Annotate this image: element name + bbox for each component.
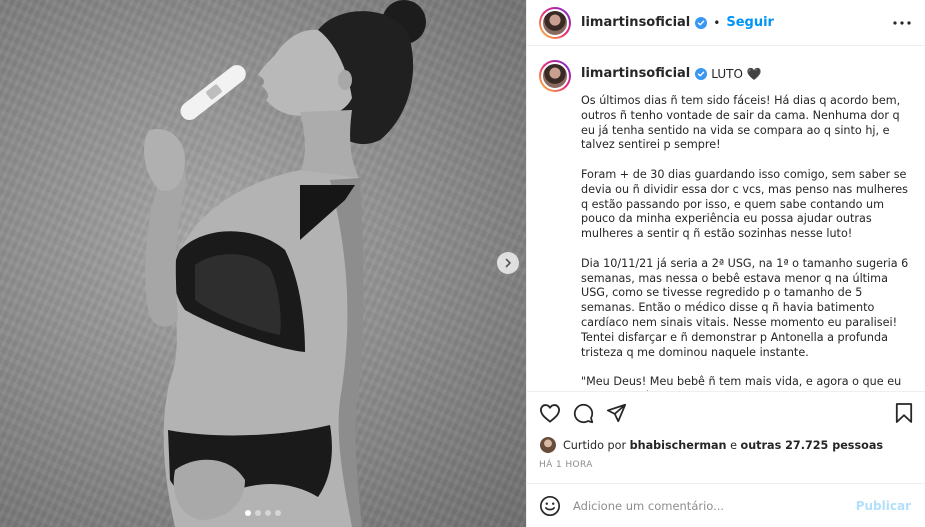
- post-container: limartinsoficial • Seguir limartinsofici…: [0, 0, 925, 527]
- liker-username[interactable]: bhabischerman: [630, 439, 727, 452]
- bookmark-icon[interactable]: [895, 402, 913, 424]
- photo-illustration: [144, 0, 426, 527]
- verified-badge-icon: [695, 68, 708, 80]
- likes-connector: e: [730, 438, 737, 452]
- post-side-panel: limartinsoficial • Seguir limartinsofici…: [527, 0, 925, 527]
- post-timestamp[interactable]: HÁ 1 HORA: [527, 456, 925, 480]
- liker-avatar[interactable]: [539, 436, 557, 454]
- emoji-icon[interactable]: [539, 495, 561, 517]
- more-options-icon[interactable]: [893, 20, 911, 25]
- carousel-indicator: [0, 510, 526, 516]
- post-photo[interactable]: [0, 0, 527, 527]
- post-header: limartinsoficial • Seguir: [527, 0, 925, 46]
- add-comment-bar: Publicar: [527, 483, 925, 527]
- heart-icon[interactable]: [539, 403, 561, 423]
- share-icon[interactable]: [606, 403, 627, 423]
- chevron-right-icon: [503, 258, 513, 268]
- avatar[interactable]: [539, 6, 571, 39]
- follow-button[interactable]: Seguir: [726, 15, 774, 30]
- publish-button[interactable]: Publicar: [856, 499, 911, 513]
- caption-row: limartinsoficial LUTO 🖤 Os últimos dias …: [539, 60, 909, 391]
- verified-badge-icon: [695, 16, 708, 29]
- likes-others[interactable]: outras 27.725 pessoas: [741, 439, 884, 452]
- comment-icon[interactable]: [573, 403, 594, 424]
- caption-body: limartinsoficial LUTO 🖤 Os últimos dias …: [581, 60, 909, 391]
- carousel-dot: [275, 510, 281, 516]
- caption-head: limartinsoficial LUTO 🖤: [581, 60, 909, 88]
- carousel-dot: [245, 510, 251, 516]
- comments-scroll-area[interactable]: limartinsoficial LUTO 🖤 Os últimos dias …: [527, 46, 925, 392]
- action-bar: [527, 392, 925, 434]
- header-separator: •: [713, 15, 721, 30]
- carousel-dot: [255, 510, 261, 516]
- caption-text: Os últimos dias ñ tem sido fáceis! Há di…: [581, 94, 909, 391]
- comment-input[interactable]: [573, 498, 856, 513]
- caption-avatar[interactable]: [539, 60, 571, 92]
- caption-title: LUTO 🖤: [711, 67, 762, 81]
- carousel-next-button[interactable]: [497, 252, 519, 274]
- carousel-dot: [265, 510, 271, 516]
- likes-summary: Curtido por bhabischerman e outras 27.72…: [527, 434, 925, 456]
- caption-username[interactable]: limartinsoficial: [581, 61, 690, 87]
- header-username[interactable]: limartinsoficial: [581, 15, 690, 30]
- likes-prefix: Curtido por: [563, 438, 627, 452]
